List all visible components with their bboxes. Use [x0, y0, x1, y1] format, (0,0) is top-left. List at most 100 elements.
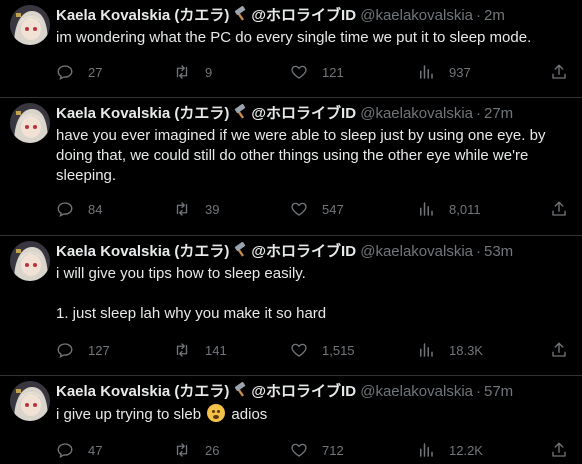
tweet-text-line: i will give you tips how to sleep easily…	[56, 265, 306, 282]
tweet-actions: 27 9 121 937	[56, 62, 568, 82]
heart-icon	[291, 202, 307, 216]
like-button[interactable]: 121	[290, 62, 344, 82]
reply-button[interactable]: 27	[56, 62, 102, 82]
tweet-text-after: adios	[231, 406, 268, 423]
tweet-header: Kaela Kovalskia (カエラ) @ホロライブID @kaelakova…	[56, 241, 566, 264]
tweet-text: have you ever imagined if we were able t…	[56, 127, 550, 184]
tweet-text-line: 1. just sleep lah why you make it so har…	[56, 305, 327, 322]
author-agency: @ホロライブID	[251, 7, 357, 24]
like-count: 121	[322, 64, 344, 80]
tweet-header: Kaela Kovalskia (カエラ) @ホロライブID @kaelakova…	[56, 5, 566, 28]
author-agency: @ホロライブID	[251, 105, 357, 122]
separator-dot: ·	[476, 243, 481, 260]
reply-count: 127	[88, 342, 110, 358]
reply-count: 27	[88, 64, 103, 80]
author-name[interactable]: Kaela Kovalskia (カエラ)	[56, 7, 229, 24]
reply-icon	[57, 202, 73, 218]
hammer-icon	[232, 241, 248, 264]
retweet-icon	[176, 343, 188, 357]
author-agency: @ホロライブID	[251, 383, 357, 400]
share-button[interactable]	[550, 440, 568, 460]
tweet-text: i give up trying to sleb adios	[56, 404, 566, 425]
like-count: 1,515	[322, 342, 355, 358]
retweet-button[interactable]: 141	[173, 340, 227, 360]
retweet-count: 141	[205, 342, 227, 358]
retweet-count: 9	[205, 64, 213, 80]
tweet[interactable]: Kaela Kovalskia (カエラ) @ホロライブID @kaelakova…	[0, 98, 582, 236]
analytics-icon	[420, 443, 433, 457]
like-count: 547	[322, 201, 344, 217]
tweet-time[interactable]: 27m	[484, 105, 513, 122]
tweet-feed: Kaela Kovalskia (カエラ) @ホロライブID @kaelakova…	[0, 0, 582, 464]
reply-count: 47	[88, 442, 103, 458]
share-icon	[552, 342, 566, 357]
reply-button[interactable]: 127	[56, 340, 110, 360]
tweet[interactable]: Kaela Kovalskia (カエラ) @ホロライブID @kaelakova…	[0, 376, 582, 464]
author-name[interactable]: Kaela Kovalskia (カエラ)	[56, 383, 229, 400]
tweet-time[interactable]: 57m	[484, 383, 513, 400]
reply-button[interactable]: 84	[56, 199, 102, 219]
separator-dot: ·	[476, 383, 481, 400]
tweet-header: Kaela Kovalskia (カエラ) @ホロライブID @kaelakova…	[56, 381, 566, 404]
analytics-icon	[420, 202, 433, 216]
tweet-header: Kaela Kovalskia (カエラ) @ホロライブID @kaelakova…	[56, 103, 566, 124]
author-handle[interactable]: @kaelakovalskia	[360, 243, 473, 260]
views-button[interactable]: 18.3K	[417, 340, 483, 360]
tweet-text-before: i give up trying to sleb	[56, 406, 202, 423]
view-count: 937	[449, 64, 471, 80]
tweet-text: i will give you tips how to sleep easily…	[56, 264, 566, 324]
share-icon	[552, 64, 566, 79]
author-name[interactable]: Kaela Kovalskia (カエラ)	[56, 105, 229, 122]
retweet-button[interactable]: 26	[173, 440, 219, 460]
reply-icon	[57, 343, 73, 359]
share-button[interactable]	[550, 62, 568, 82]
retweet-count: 26	[205, 442, 220, 458]
like-button[interactable]: 1,515	[290, 340, 355, 360]
tweet-time[interactable]: 53m	[484, 243, 513, 260]
author-handle[interactable]: @kaelakovalskia	[360, 7, 473, 24]
share-button[interactable]	[550, 199, 568, 219]
author-agency: @ホロライブID	[251, 243, 357, 260]
author-name[interactable]: Kaela Kovalskia (カエラ)	[56, 243, 229, 260]
retweet-count: 39	[205, 201, 220, 217]
view-count: 8,011	[449, 201, 481, 217]
view-count: 12.2K	[449, 442, 483, 458]
heart-icon	[291, 343, 307, 357]
author-handle[interactable]: @kaelakovalskia	[360, 105, 473, 122]
avatar[interactable]	[10, 381, 50, 421]
retweet-button[interactable]: 39	[173, 199, 219, 219]
reply-count: 84	[88, 201, 103, 217]
author-handle[interactable]: @kaelakovalskia	[360, 383, 473, 400]
separator-dot: ·	[476, 105, 481, 122]
heart-icon	[291, 443, 307, 457]
share-icon	[552, 442, 566, 457]
hammer-icon	[232, 381, 248, 404]
like-button[interactable]: 547	[290, 199, 344, 219]
retweet-button[interactable]: 9	[173, 62, 212, 82]
yawning-face-icon	[207, 404, 226, 422]
analytics-icon	[420, 343, 433, 357]
tweet-text: im wondering what the PC do every single…	[56, 29, 532, 46]
tweet[interactable]: Kaela Kovalskia (カエラ) @ホロライブID @kaelakova…	[0, 0, 582, 98]
like-button[interactable]: 712	[290, 440, 344, 460]
analytics-icon	[420, 65, 433, 79]
share-icon	[552, 201, 566, 216]
views-button[interactable]: 12.2K	[417, 440, 483, 460]
hammer-icon	[232, 5, 248, 28]
views-button[interactable]: 8,011	[417, 199, 481, 219]
avatar[interactable]	[10, 103, 50, 143]
tweet-actions: 127 141 1,515 18.3K	[56, 340, 568, 360]
reply-button[interactable]: 47	[56, 440, 102, 460]
tweet-actions: 84 39 547 8,011	[56, 199, 568, 219]
view-count: 18.3K	[449, 342, 483, 358]
tweet-actions: 47 26 712 12.2K	[56, 440, 568, 460]
avatar[interactable]	[10, 241, 50, 281]
like-count: 712	[322, 442, 344, 458]
heart-icon	[291, 65, 307, 79]
avatar[interactable]	[10, 5, 50, 45]
views-button[interactable]: 937	[417, 62, 471, 82]
tweet-time[interactable]: 2m	[484, 7, 505, 24]
share-button[interactable]	[550, 340, 568, 360]
retweet-icon	[176, 202, 188, 216]
tweet[interactable]: Kaela Kovalskia (カエラ) @ホロライブID @kaelakova…	[0, 236, 582, 376]
